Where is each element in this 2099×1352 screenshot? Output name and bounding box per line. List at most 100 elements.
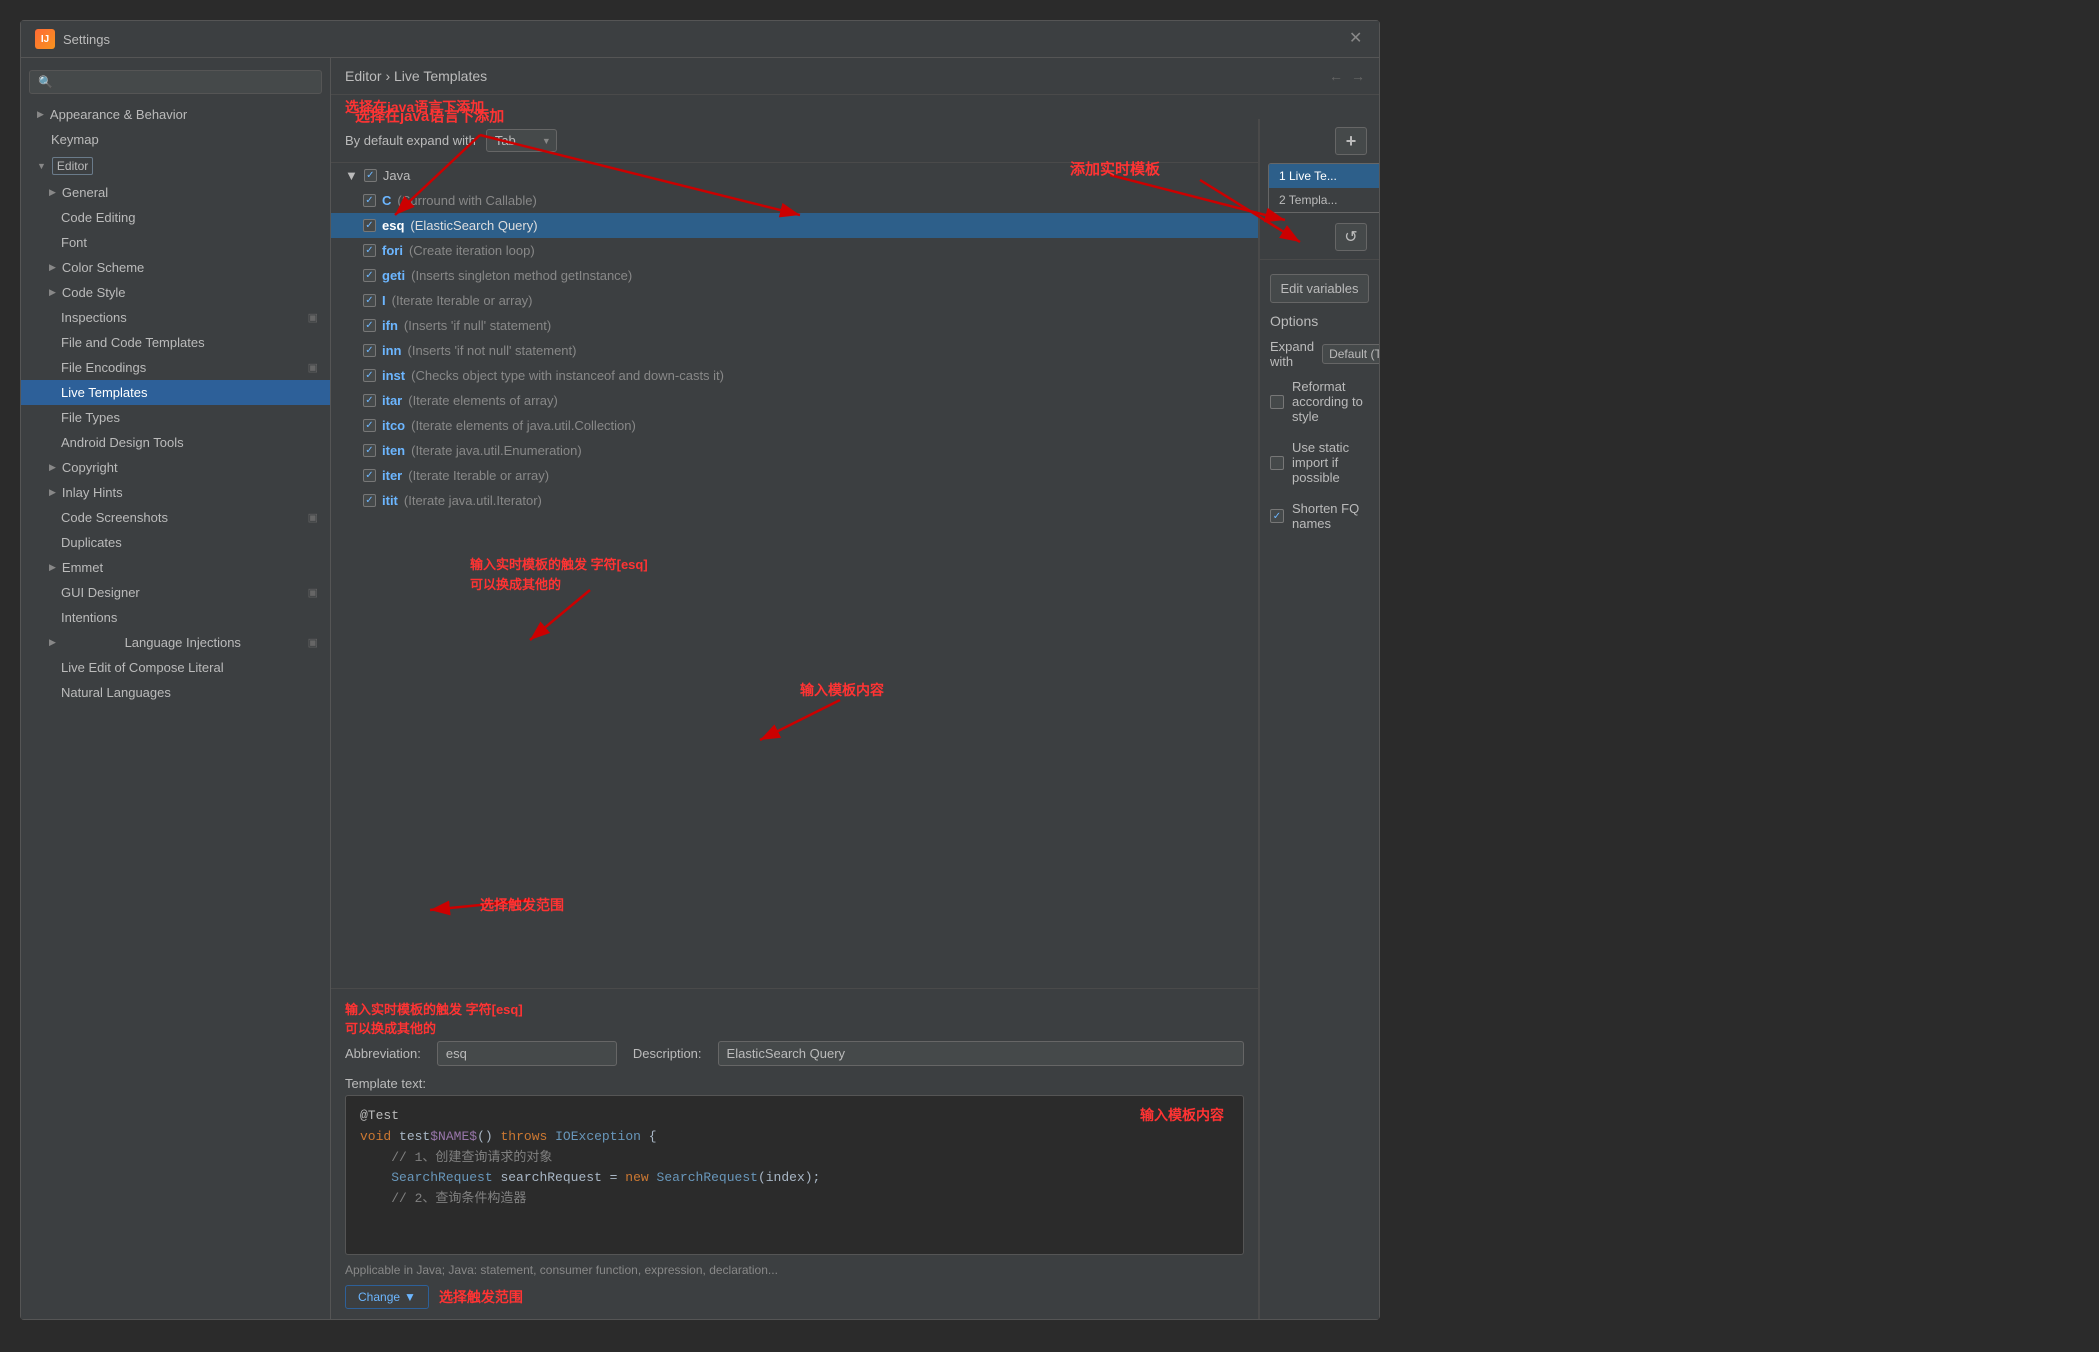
forward-button[interactable]: → bbox=[1351, 68, 1365, 84]
options-title: Options bbox=[1270, 313, 1369, 329]
c-checkbox[interactable] bbox=[363, 194, 376, 207]
sidebar-item-inspections[interactable]: Inspections ▣ bbox=[21, 305, 330, 330]
template-item-fori[interactable]: fori (Create iteration loop) bbox=[331, 238, 1258, 263]
template-item-inst[interactable]: inst (Checks object type with instanceof… bbox=[331, 363, 1258, 388]
iter-checkbox[interactable] bbox=[363, 469, 376, 482]
sidebar-item-font[interactable]: Font bbox=[21, 230, 330, 255]
sidebar-item-color-scheme[interactable]: ▶ Color Scheme bbox=[21, 255, 330, 280]
change-button[interactable]: Change ▼ bbox=[345, 1285, 429, 1309]
sidebar-item-code-style[interactable]: ▶ Code Style bbox=[21, 280, 330, 305]
sidebar-item-live-edit[interactable]: Live Edit of Compose Literal bbox=[21, 655, 330, 680]
sidebar: 🔍 ▶ Appearance & Behavior Keymap ▼ Edito… bbox=[21, 58, 331, 1319]
ifn-checkbox[interactable] bbox=[363, 319, 376, 332]
breadcrumb-nav: ← → bbox=[1329, 68, 1365, 84]
template-item-inn[interactable]: inn (Inserts 'if not null' statement) bbox=[331, 338, 1258, 363]
action-menu-item-1[interactable]: 1 Live Te... bbox=[1269, 164, 1379, 188]
sidebar-item-duplicates[interactable]: Duplicates bbox=[21, 530, 330, 555]
iten-checkbox[interactable] bbox=[363, 444, 376, 457]
sidebar-item-keymap[interactable]: Keymap bbox=[21, 127, 330, 152]
edit-variables-button[interactable]: Edit variables bbox=[1270, 274, 1369, 303]
arrow-icon: ▼ bbox=[37, 161, 46, 171]
abbreviation-input[interactable] bbox=[437, 1041, 617, 1066]
itit-checkbox[interactable] bbox=[363, 494, 376, 507]
arrow-icon: ▶ bbox=[49, 187, 56, 198]
inspections-icon: ▣ bbox=[308, 311, 318, 324]
templates-panel: By default expand with Tab Enter Space bbox=[331, 119, 1379, 1319]
expand-arrow: ▼ bbox=[345, 168, 358, 183]
itco-checkbox[interactable] bbox=[363, 419, 376, 432]
action-menu-item-2[interactable]: 2 Templa... bbox=[1269, 188, 1379, 212]
template-item-geti[interactable]: geti (Inserts singleton method getInstan… bbox=[331, 263, 1258, 288]
applicable-line: Applicable in Java; Java: statement, con… bbox=[345, 1263, 1244, 1277]
dialog-title: Settings bbox=[63, 32, 110, 47]
breadcrumb-text: Editor › Live Templates bbox=[345, 68, 487, 84]
java-group-header[interactable]: ▼ Java bbox=[331, 163, 1258, 188]
sidebar-item-general[interactable]: ▶ General bbox=[21, 180, 330, 205]
template-item-itar[interactable]: itar (Iterate elements of array) bbox=[331, 388, 1258, 413]
sidebar-item-code-editing[interactable]: Code Editing bbox=[21, 205, 330, 230]
sidebar-item-editor[interactable]: ▼ Editor bbox=[21, 152, 330, 180]
sidebar-item-natural-languages[interactable]: Natural Languages bbox=[21, 680, 330, 705]
inn-checkbox[interactable] bbox=[363, 344, 376, 357]
inst-checkbox[interactable] bbox=[363, 369, 376, 382]
fori-checkbox[interactable] bbox=[363, 244, 376, 257]
expand-with-label: By default expand with bbox=[345, 133, 476, 148]
expand-with-select[interactable]: Tab Enter Space bbox=[486, 129, 557, 152]
sidebar-item-emmet[interactable]: ▶ Emmet bbox=[21, 555, 330, 580]
sidebar-item-inlay-hints[interactable]: ▶ Inlay Hints bbox=[21, 480, 330, 505]
sidebar-item-gui-designer[interactable]: GUI Designer ▣ bbox=[21, 580, 330, 605]
lang-inject-icon: ▣ bbox=[308, 636, 318, 649]
geti-checkbox[interactable] bbox=[363, 269, 376, 282]
java-checkbox[interactable] bbox=[364, 169, 377, 182]
template-item-iten[interactable]: iten (Iterate java.util.Enumeration) bbox=[331, 438, 1258, 463]
template-list: ▼ Java C (Surround with Callable) bbox=[331, 162, 1258, 988]
description-input[interactable] bbox=[718, 1041, 1244, 1066]
sidebar-item-copyright[interactable]: ▶ Copyright bbox=[21, 455, 330, 480]
template-item-itit[interactable]: itit (Iterate java.util.Iterator) bbox=[331, 488, 1258, 513]
template-item-ifn[interactable]: ifn (Inserts 'if null' statement) bbox=[331, 313, 1258, 338]
arrow-icon: ▶ bbox=[37, 109, 44, 120]
i-checkbox[interactable] bbox=[363, 294, 376, 307]
arrow-icon: ▶ bbox=[49, 287, 56, 298]
close-button[interactable]: ✕ bbox=[1349, 31, 1365, 47]
esq-checkbox[interactable] bbox=[363, 219, 376, 232]
expand-with-row: By default expand with Tab Enter Space bbox=[331, 119, 1258, 162]
sidebar-item-file-types[interactable]: File Types bbox=[21, 405, 330, 430]
change-row: Change ▼ 选择触发范围 bbox=[345, 1285, 1244, 1309]
undo-button[interactable]: ↺ bbox=[1335, 223, 1367, 251]
code-editor[interactable]: @Test void test$NAME$() throws IOExcepti… bbox=[345, 1095, 1244, 1255]
template-item-i[interactable]: I (Iterate Iterable or array) bbox=[331, 288, 1258, 313]
sidebar-item-code-screenshots[interactable]: Code Screenshots ▣ bbox=[21, 505, 330, 530]
annotation-trigger: 输入实时模板的触发 字符[esq]可以换成其他的 bbox=[345, 999, 1244, 1037]
add-template-button[interactable]: + bbox=[1335, 127, 1367, 155]
template-item-iter[interactable]: iter (Iterate Iterable or array) bbox=[331, 463, 1258, 488]
sidebar-item-file-encodings[interactable]: File Encodings ▣ bbox=[21, 355, 330, 380]
sidebar-item-file-templates[interactable]: File and Code Templates bbox=[21, 330, 330, 355]
template-item-esq[interactable]: esq (ElasticSearch Query) bbox=[331, 213, 1258, 238]
back-button[interactable]: ← bbox=[1329, 68, 1343, 84]
file-encodings-icon: ▣ bbox=[308, 361, 318, 374]
arrow-icon: ▶ bbox=[49, 562, 56, 573]
reformat-checkbox[interactable] bbox=[1270, 395, 1284, 409]
sidebar-item-language-injections[interactable]: ▶ Language Injections ▣ bbox=[21, 630, 330, 655]
static-import-checkbox[interactable] bbox=[1270, 456, 1284, 470]
itar-checkbox[interactable] bbox=[363, 394, 376, 407]
shorten-checkbox[interactable] bbox=[1270, 509, 1284, 523]
sidebar-item-android[interactable]: Android Design Tools bbox=[21, 430, 330, 455]
code-screenshots-icon: ▣ bbox=[308, 511, 318, 524]
template-text-section: Template text: @Test void test$NAME$() t… bbox=[345, 1076, 1244, 1255]
search-box[interactable]: 🔍 bbox=[29, 70, 322, 94]
sidebar-item-intentions[interactable]: Intentions bbox=[21, 605, 330, 630]
main-panel: Editor › Live Templates ← → 选择在java语言下添加… bbox=[331, 58, 1379, 1319]
reformat-option-row: Reformat according to style bbox=[1270, 379, 1369, 424]
settings-dialog: IJ Settings ✕ 🔍 ▶ Appearance & Behavior … bbox=[20, 20, 1380, 1320]
sidebar-item-appearance[interactable]: ▶ Appearance & Behavior bbox=[21, 102, 330, 127]
expand-with-option-select[interactable]: Default (Tab) Tab Enter Space bbox=[1322, 344, 1379, 364]
arrow-icon: ▶ bbox=[49, 262, 56, 273]
template-item-c[interactable]: C (Surround with Callable) bbox=[331, 188, 1258, 213]
bottom-section: 输入实时模板的触发 字符[esq]可以换成其他的 Abbreviation: D… bbox=[331, 988, 1258, 1319]
sidebar-item-live-templates[interactable]: Live Templates bbox=[21, 380, 330, 405]
action-column: + 1 Live Te... 2 Templa... bbox=[1259, 119, 1379, 1319]
template-item-itco[interactable]: itco (Iterate elements of java.util.Coll… bbox=[331, 413, 1258, 438]
content-area: 🔍 ▶ Appearance & Behavior Keymap ▼ Edito… bbox=[21, 58, 1379, 1319]
